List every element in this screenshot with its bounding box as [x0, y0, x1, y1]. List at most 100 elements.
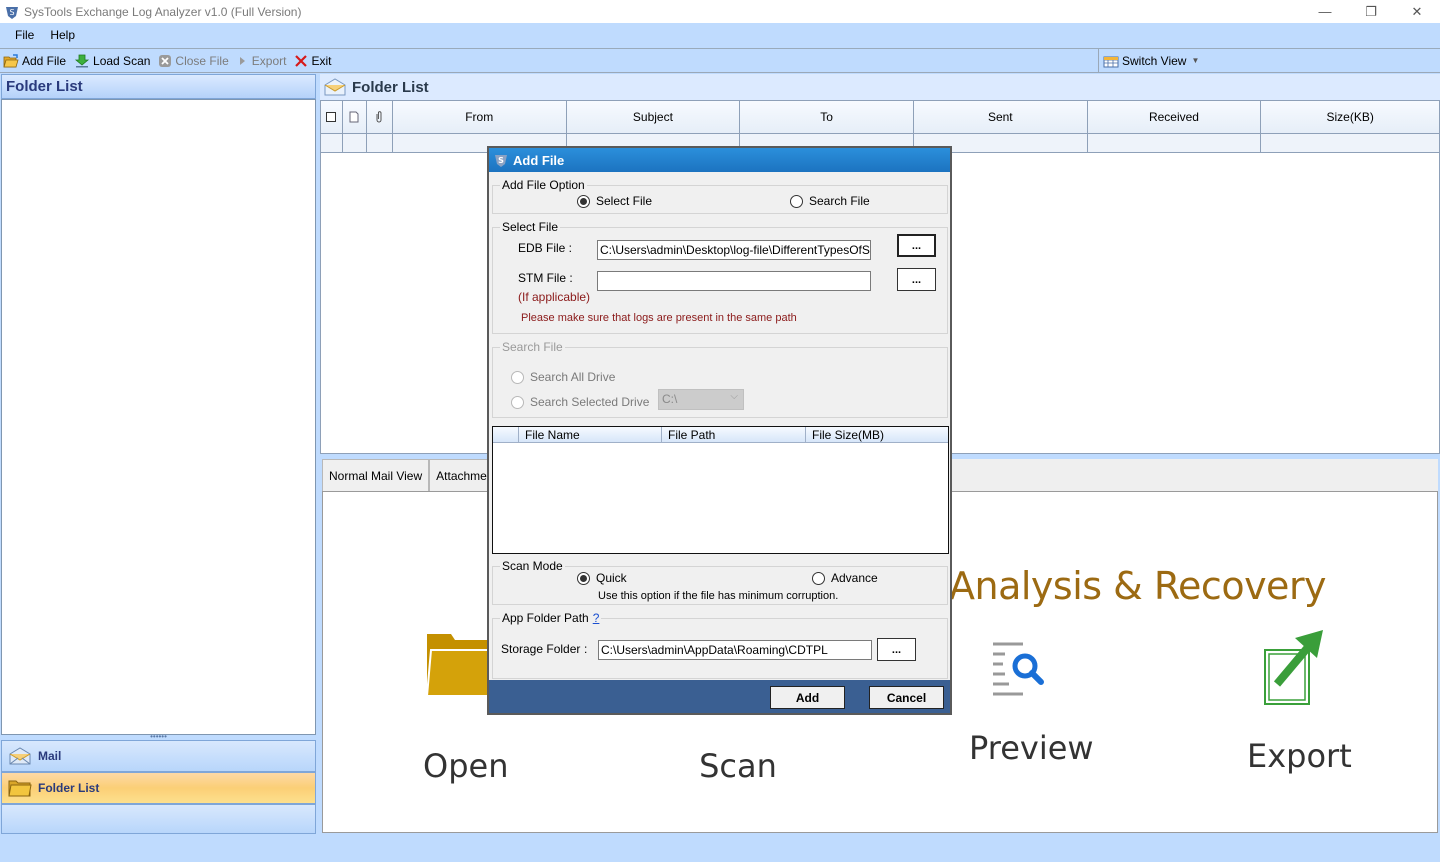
dropdown-arrow-icon: ▼ — [1191, 56, 1200, 65]
window-title: SysTools Exchange Log Analyzer v1.0 (Ful… — [24, 4, 302, 19]
radio-advance[interactable]: Advance — [812, 571, 878, 585]
nav-mail-label: Mail — [38, 749, 62, 763]
radio-search-all-drive-label: Search All Drive — [530, 370, 616, 384]
menu-bar: File Help — [0, 23, 1440, 47]
storage-browse-button[interactable]: ... — [877, 638, 916, 661]
radio-select-file-label: Select File — [596, 194, 653, 208]
open-folder-icon — [3, 53, 19, 67]
cancel-button[interactable]: Cancel — [869, 686, 944, 709]
restore-button[interactable]: ❐ — [1348, 0, 1394, 23]
column-to[interactable]: To — [740, 101, 914, 133]
add-file-option-legend: Add File Option — [502, 178, 585, 192]
svg-text:S: S — [9, 8, 14, 17]
radio-dot — [511, 370, 524, 384]
radio-dot — [812, 571, 825, 585]
add-file-button[interactable]: Add File — [3, 54, 66, 68]
file-list-header: File Name File Path File Size(MB) — [493, 427, 948, 443]
step-export-label: Export — [1247, 737, 1352, 775]
brand-title: Analysis & Recovery — [949, 564, 1327, 608]
tab-normal-mail-view[interactable]: Normal Mail View — [322, 459, 430, 491]
menu-help[interactable]: Help — [42, 28, 83, 42]
stm-browse-button[interactable]: ... — [897, 268, 936, 291]
radio-search-file[interactable]: Search File — [790, 194, 870, 208]
column-subject[interactable]: Subject — [567, 101, 741, 133]
radio-select-file[interactable]: Select File — [577, 194, 652, 208]
preview-tabs: Normal Mail View Attachment — [322, 459, 504, 491]
column-file-name[interactable]: File Name — [518, 427, 661, 442]
add-file-option-group: Add File Option — [492, 178, 948, 214]
step-preview-label: Preview — [969, 729, 1094, 767]
column-file-size[interactable]: File Size(MB) — [805, 427, 948, 442]
red-x-icon — [295, 54, 308, 67]
column-file-path[interactable]: File Path — [661, 427, 805, 442]
stm-file-label: STM File : — [518, 271, 573, 285]
radio-dot — [790, 194, 803, 208]
app-logo-icon: S — [495, 155, 507, 167]
document-icon — [343, 101, 367, 133]
menu-file[interactable]: File — [7, 28, 42, 42]
export-label: Export — [251, 53, 287, 68]
scan-mode-legend: Scan Mode — [502, 559, 563, 573]
filter-cell[interactable] — [367, 134, 393, 152]
step-scan: Scan — [693, 747, 783, 785]
minimize-button[interactable]: — — [1302, 0, 1348, 23]
radio-advance-label: Advance — [831, 571, 878, 585]
download-arrow-icon — [74, 54, 90, 67]
add-file-label: Add File — [22, 53, 67, 68]
add-file-dialog: S Add File Add File Option Select File S… — [487, 146, 952, 715]
filter-cell[interactable] — [343, 134, 367, 152]
radio-search-all-drive[interactable]: Search All Drive — [511, 370, 615, 384]
step-open-label: Open — [423, 747, 509, 785]
filter-cell[interactable] — [1261, 134, 1439, 152]
play-arrow-icon — [239, 56, 245, 65]
stm-note: (If applicable) — [518, 290, 591, 304]
nav-mail-button[interactable]: Mail — [1, 740, 316, 772]
help-link[interactable]: ? — [593, 611, 600, 625]
message-list-title: Folder List — [352, 78, 429, 96]
folder-icon — [8, 780, 32, 797]
chevron-down-icon: ⌵ — [730, 391, 738, 402]
found-files-list[interactable]: File Name File Path File Size(MB) — [492, 426, 949, 554]
close-file-icon — [159, 54, 172, 67]
drive-select[interactable]: C:\ ⌵ — [658, 389, 744, 410]
filter-cell[interactable] — [1088, 134, 1262, 152]
radio-quick[interactable]: Quick — [577, 571, 627, 585]
step-preview: Preview — [969, 640, 1094, 767]
edb-browse-button[interactable]: ... — [897, 234, 936, 257]
close-window-button[interactable]: ✕ — [1394, 0, 1440, 23]
folder-tree[interactable] — [1, 99, 316, 735]
message-list-header: Folder List — [320, 74, 1440, 100]
load-scan-button[interactable]: Load Scan — [74, 54, 150, 68]
app-folder-legend-text: App Folder Path — [502, 611, 589, 625]
storage-folder-colon: : — [584, 642, 588, 656]
radio-search-selected-drive[interactable]: Search Selected Drive — [511, 395, 649, 409]
nav-overflow — [1, 804, 316, 834]
preview-search-icon — [993, 642, 1044, 696]
svg-text:S: S — [498, 156, 504, 165]
attachment-icon — [367, 101, 393, 133]
load-scan-label: Load Scan — [93, 53, 151, 68]
select-all-checkbox[interactable] — [321, 101, 343, 133]
nav-folder-list-button[interactable]: Folder List — [1, 772, 316, 804]
filter-cell[interactable] — [321, 134, 343, 152]
storage-folder-input[interactable]: C:\Users\admin\AppData\Roaming\CDTPL — [598, 640, 872, 660]
search-file-legend: Search File — [502, 340, 563, 354]
export-toolbar-button[interactable]: Export — [237, 53, 287, 68]
select-file-legend: Select File — [502, 220, 559, 234]
scan-mode-hint: Use this option if the file has minimum … — [598, 590, 839, 602]
mail-envelope-icon — [9, 747, 31, 765]
column-size[interactable]: Size(KB) — [1261, 101, 1439, 133]
add-button[interactable]: Add — [770, 686, 845, 709]
grid-view-icon — [1103, 56, 1119, 67]
close-file-button[interactable]: Close File — [158, 54, 229, 68]
exit-button[interactable]: Exit — [294, 54, 331, 68]
stm-file-input[interactable] — [597, 271, 871, 291]
switch-view-button[interactable]: Switch View ▼ — [1098, 49, 1199, 72]
column-from[interactable]: From — [393, 101, 567, 133]
drive-select-value: C:\ — [662, 392, 678, 406]
file-list-spacer — [493, 427, 518, 442]
column-sent[interactable]: Sent — [914, 101, 1088, 133]
edb-file-input[interactable]: C:\Users\admin\Desktop\log-file\Differen… — [597, 240, 871, 260]
export-arrow-icon — [1264, 630, 1323, 705]
column-received[interactable]: Received — [1088, 101, 1262, 133]
